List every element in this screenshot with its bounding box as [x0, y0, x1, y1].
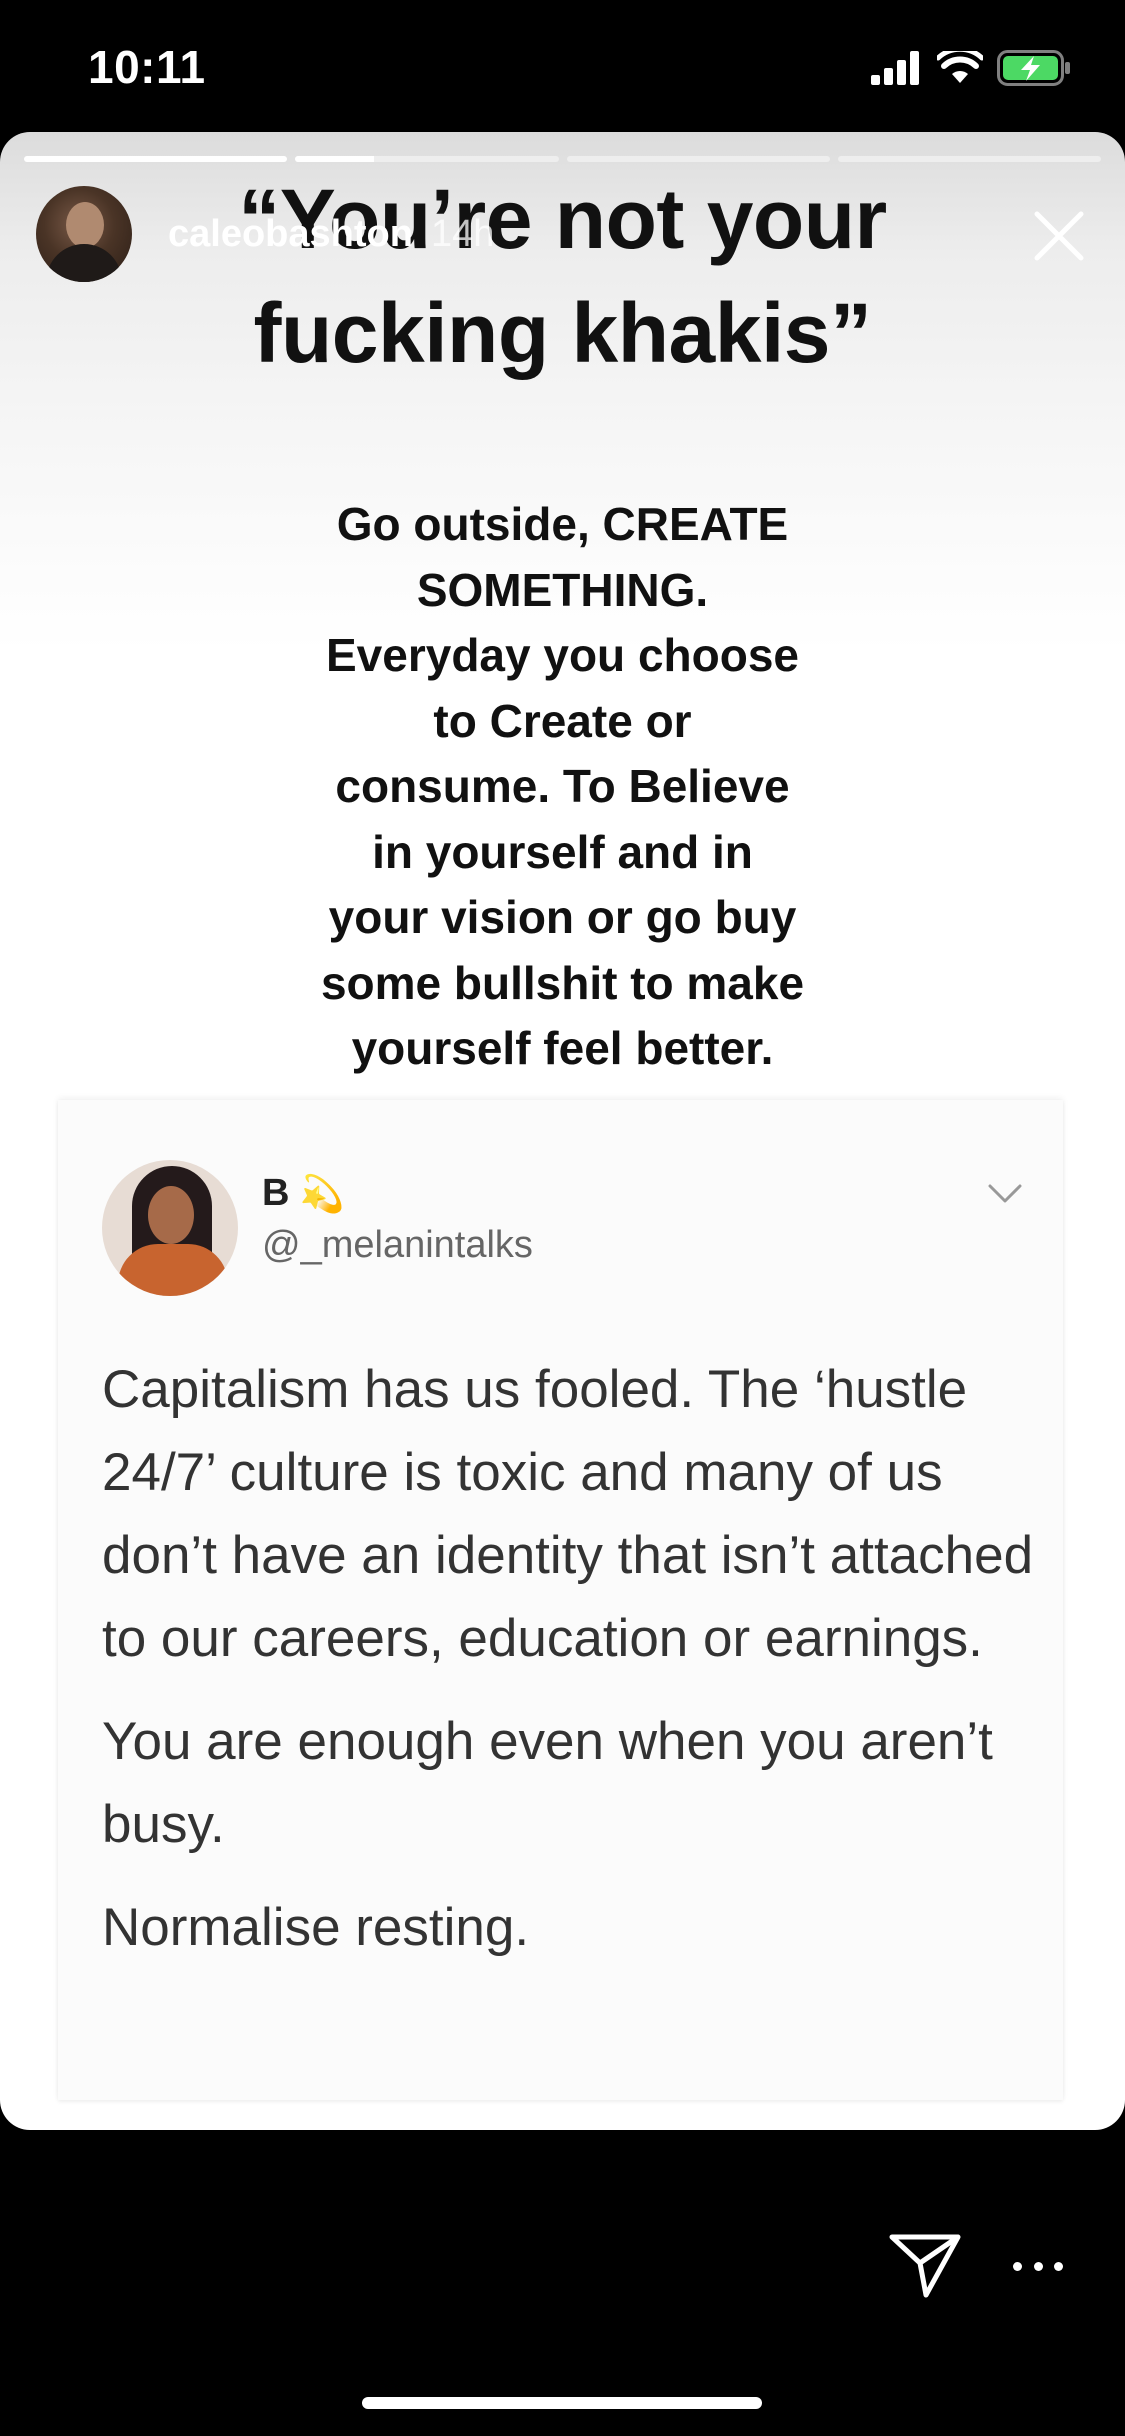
tweet-paragraph: Capitalism has us fooled. The ‘hustle 24… — [102, 1360, 1034, 1668]
tweet-name-text: B — [262, 1172, 290, 1214]
more-dot — [1054, 2261, 1063, 2271]
story-message: Go outside, CREATE SOMETHING. Everyday y… — [0, 492, 1125, 1082]
story-header[interactable]: caleobashton 14h — [36, 186, 494, 282]
home-indicator[interactable] — [362, 2397, 762, 2409]
tweet-paragraph: You are enough even when you aren’t busy… — [102, 1712, 993, 1854]
tweet-paragraph: Normalise resting. — [102, 1898, 530, 1957]
tweet-handle: @_melanintalks — [262, 1224, 533, 1266]
message-line: yourself feel better. — [351, 1022, 774, 1074]
message-line: SOMETHING. — [416, 563, 709, 616]
close-icon[interactable] — [1023, 200, 1095, 272]
tweet-avatar — [102, 1160, 238, 1296]
tweet-author-name: B 💫 — [262, 1172, 344, 1215]
username[interactable]: caleobashton — [168, 213, 413, 256]
status-bar: 10:11 — [0, 0, 1125, 132]
message-line: in yourself and in — [372, 825, 753, 878]
message-line: consume. To Believe — [335, 760, 790, 812]
tweet-body: Capitalism has us fooled. The ‘hustle 24… — [102, 1348, 1042, 1989]
story-card[interactable]: “You’re not your fucking khakis” caleoba… — [0, 132, 1125, 2130]
message-line: to Create or — [433, 694, 692, 747]
status-icons — [871, 48, 1073, 88]
more-options-button[interactable] — [1013, 2256, 1063, 2276]
tweet-screenshot: B 💫 @_melanintalks Capitalism has us foo… — [58, 1100, 1063, 2100]
dizzy-emoji-icon: 💫 — [299, 1173, 345, 1215]
message-line: your vision or go buy — [328, 891, 797, 943]
status-time: 10:11 — [88, 41, 206, 93]
headline-line: fucking khakis” — [253, 286, 872, 380]
message-line: Everyday you choose — [326, 629, 799, 681]
battery-charging-icon — [997, 50, 1070, 86]
message-line: some bullshit to make — [320, 956, 805, 1009]
message-line: Go outside, CREATE — [336, 498, 789, 550]
send-icon[interactable] — [888, 2233, 962, 2299]
user-avatar[interactable] — [36, 186, 132, 282]
more-dot — [1013, 2261, 1022, 2271]
chevron-down-icon — [988, 1184, 1022, 1203]
more-dot — [1033, 2261, 1043, 2271]
wifi-icon — [937, 51, 983, 83]
signal-icon — [871, 51, 919, 85]
story-time: 14h — [430, 212, 495, 255]
